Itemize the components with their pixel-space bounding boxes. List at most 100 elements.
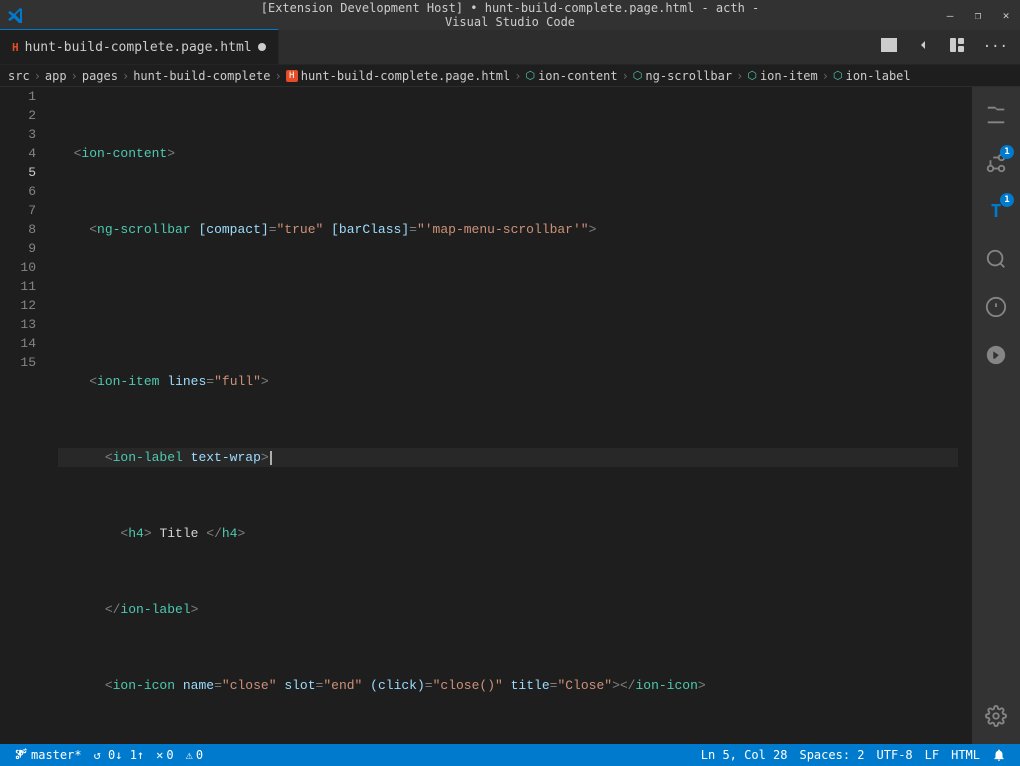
line-numbers: 1 2 3 4 5 6 7 8 9 10 11 12 13 14 15 (0, 87, 50, 744)
settings-icon[interactable] (972, 692, 1020, 740)
line-num-5: 5 (0, 163, 50, 182)
breadcrumb-ion-item[interactable]: ⬡ ion-item (747, 69, 817, 83)
language-status[interactable]: HTML (945, 748, 986, 762)
breadcrumb-sep1: › (34, 69, 41, 83)
encoding-text: UTF-8 (877, 748, 913, 762)
spaces-text: Spaces: 2 (799, 748, 864, 762)
language-text: HTML (951, 748, 980, 762)
breadcrumb-filename: hunt-build-complete.page.html (301, 69, 511, 83)
line-num-7: 7 (0, 201, 50, 220)
errors-icon: ✕ (156, 748, 163, 762)
breadcrumb-ng-scrollbar-label: ng-scrollbar (645, 69, 732, 83)
position-status[interactable]: Ln 5, Col 28 (695, 748, 794, 762)
sync-text: ↺ 0↓ 1↑ (94, 748, 145, 762)
more-actions-button[interactable]: ··· (979, 37, 1012, 57)
navigate-back-button[interactable] (911, 35, 935, 59)
tab-bar: H hunt-build-complete.page.html ··· (0, 30, 1020, 65)
status-right: Ln 5, Col 28 Spaces: 2 UTF-8 LF HTML (695, 748, 1012, 762)
editor-area: 1 2 3 4 5 6 7 8 9 10 11 12 13 14 15 (0, 87, 972, 744)
title-bar-controls[interactable]: — ❐ ✕ (944, 9, 1012, 21)
breadcrumb-sep3: › (122, 69, 129, 83)
tab-filename: hunt-build-complete.page.html (25, 40, 252, 55)
line-num-6: 6 (0, 182, 50, 201)
breadcrumb-ion-content-icon: ⬡ (525, 69, 535, 82)
line-num-4: 4 (0, 144, 50, 163)
debug-icon[interactable] (972, 283, 1020, 331)
breadcrumb-html-icon: H (286, 70, 298, 82)
breadcrumb-hunt-build[interactable]: hunt-build-complete (133, 69, 270, 83)
notifications-status[interactable] (986, 748, 1012, 762)
remote-icon[interactable] (972, 331, 1020, 379)
line-num-1: 1 (0, 87, 50, 106)
split-editor-button[interactable] (877, 35, 901, 59)
breadcrumb-sep2: › (71, 69, 78, 83)
breadcrumb-sep7: › (736, 69, 743, 83)
code-line-4: <ion-item lines="full"> (58, 372, 958, 391)
code-editor[interactable]: 1 2 3 4 5 6 7 8 9 10 11 12 13 14 15 (0, 87, 972, 744)
close-button[interactable]: ✕ (1000, 9, 1012, 21)
editor-layout-button[interactable] (945, 35, 969, 59)
source-control-badge: 1 (1000, 145, 1014, 159)
code-line-1: <ion-content> (58, 144, 958, 163)
indent-1 (58, 144, 74, 163)
main-area: 1 2 3 4 5 6 7 8 9 10 11 12 13 14 15 (0, 87, 1020, 744)
active-tab[interactable]: H hunt-build-complete.page.html (0, 29, 279, 64)
breadcrumb: src › app › pages › hunt-build-complete … (0, 65, 1020, 87)
line-num-13: 13 (0, 315, 50, 334)
spaces-status[interactable]: Spaces: 2 (793, 748, 870, 762)
activity-bar: 1 T 1 (972, 87, 1020, 744)
branch-status[interactable]: master* (8, 744, 88, 766)
code-line-2: <ng-scrollbar [compact]="true" [barClass… (58, 220, 958, 239)
encoding-status[interactable]: UTF-8 (871, 748, 919, 762)
breadcrumb-pages[interactable]: pages (82, 69, 118, 83)
search-icon[interactable] (972, 235, 1020, 283)
code-line-5: <ion-label text-wrap> (58, 448, 958, 467)
breadcrumb-src[interactable]: src (8, 69, 30, 83)
errors-count: 0 (166, 748, 173, 762)
breadcrumb-app[interactable]: app (45, 69, 67, 83)
text-cursor (270, 451, 272, 465)
title-bar-left (8, 7, 24, 23)
line-ending-status[interactable]: LF (919, 748, 945, 762)
extensions-badge: 1 (1000, 193, 1014, 207)
breadcrumb-ion-content[interactable]: ⬡ ion-content (525, 69, 617, 83)
sync-status[interactable]: ↺ 0↓ 1↑ (88, 744, 151, 766)
code-line-8: <ion-icon name="close" slot="end" (click… (58, 676, 958, 695)
line-num-12: 12 (0, 296, 50, 315)
breadcrumb-ion-item-label: ion-item (760, 69, 818, 83)
breadcrumb-ng-scrollbar[interactable]: ⬡ ng-scrollbar (633, 69, 732, 83)
line-num-2: 2 (0, 106, 50, 125)
breadcrumb-sep8: › (822, 69, 829, 83)
breadcrumb-ion-label[interactable]: ⬡ ion-label (833, 69, 911, 83)
breadcrumb-ion-item-icon: ⬡ (747, 69, 757, 82)
breadcrumb-sep4: › (274, 69, 281, 83)
breadcrumb-ion-label-icon: ⬡ (833, 69, 843, 82)
warnings-status[interactable]: ⚠ 0 (180, 744, 209, 766)
code-line-3 (58, 296, 958, 315)
activity-bar-bottom (972, 692, 1020, 744)
branch-name: master* (31, 748, 82, 762)
explorer-icon[interactable] (972, 91, 1020, 139)
warnings-icon: ⚠ (186, 748, 193, 762)
code-content[interactable]: <ion-content> <ng-scrollbar [compact]="t… (50, 87, 958, 744)
code-line-6: <h4> Title </h4> (58, 524, 958, 543)
position-text: Ln 5, Col 28 (701, 748, 788, 762)
tab-modified-indicator (258, 43, 266, 51)
line-ending-text: LF (925, 748, 939, 762)
maximize-button[interactable]: ❐ (972, 9, 984, 21)
extensions-icon[interactable]: T 1 (972, 187, 1020, 235)
line-num-3: 3 (0, 125, 50, 144)
line-num-8: 8 (0, 220, 50, 239)
warnings-count: 0 (196, 748, 203, 762)
status-bar: master* ↺ 0↓ 1↑ ✕ 0 ⚠ 0 Ln 5, Col 28 Spa… (0, 744, 1020, 766)
line-num-9: 9 (0, 239, 50, 258)
source-control-icon[interactable]: 1 (972, 139, 1020, 187)
minimize-button[interactable]: — (944, 9, 956, 21)
breadcrumb-sep5: › (514, 69, 521, 83)
title-bar-title: [Extension Development Host] • hunt-buil… (255, 1, 765, 29)
errors-status[interactable]: ✕ 0 (150, 744, 179, 766)
breadcrumb-sep6: › (622, 69, 629, 83)
line-num-10: 10 (0, 258, 50, 277)
line-num-15: 15 (0, 353, 50, 372)
breadcrumb-file-item[interactable]: H hunt-build-complete.page.html (286, 69, 511, 83)
